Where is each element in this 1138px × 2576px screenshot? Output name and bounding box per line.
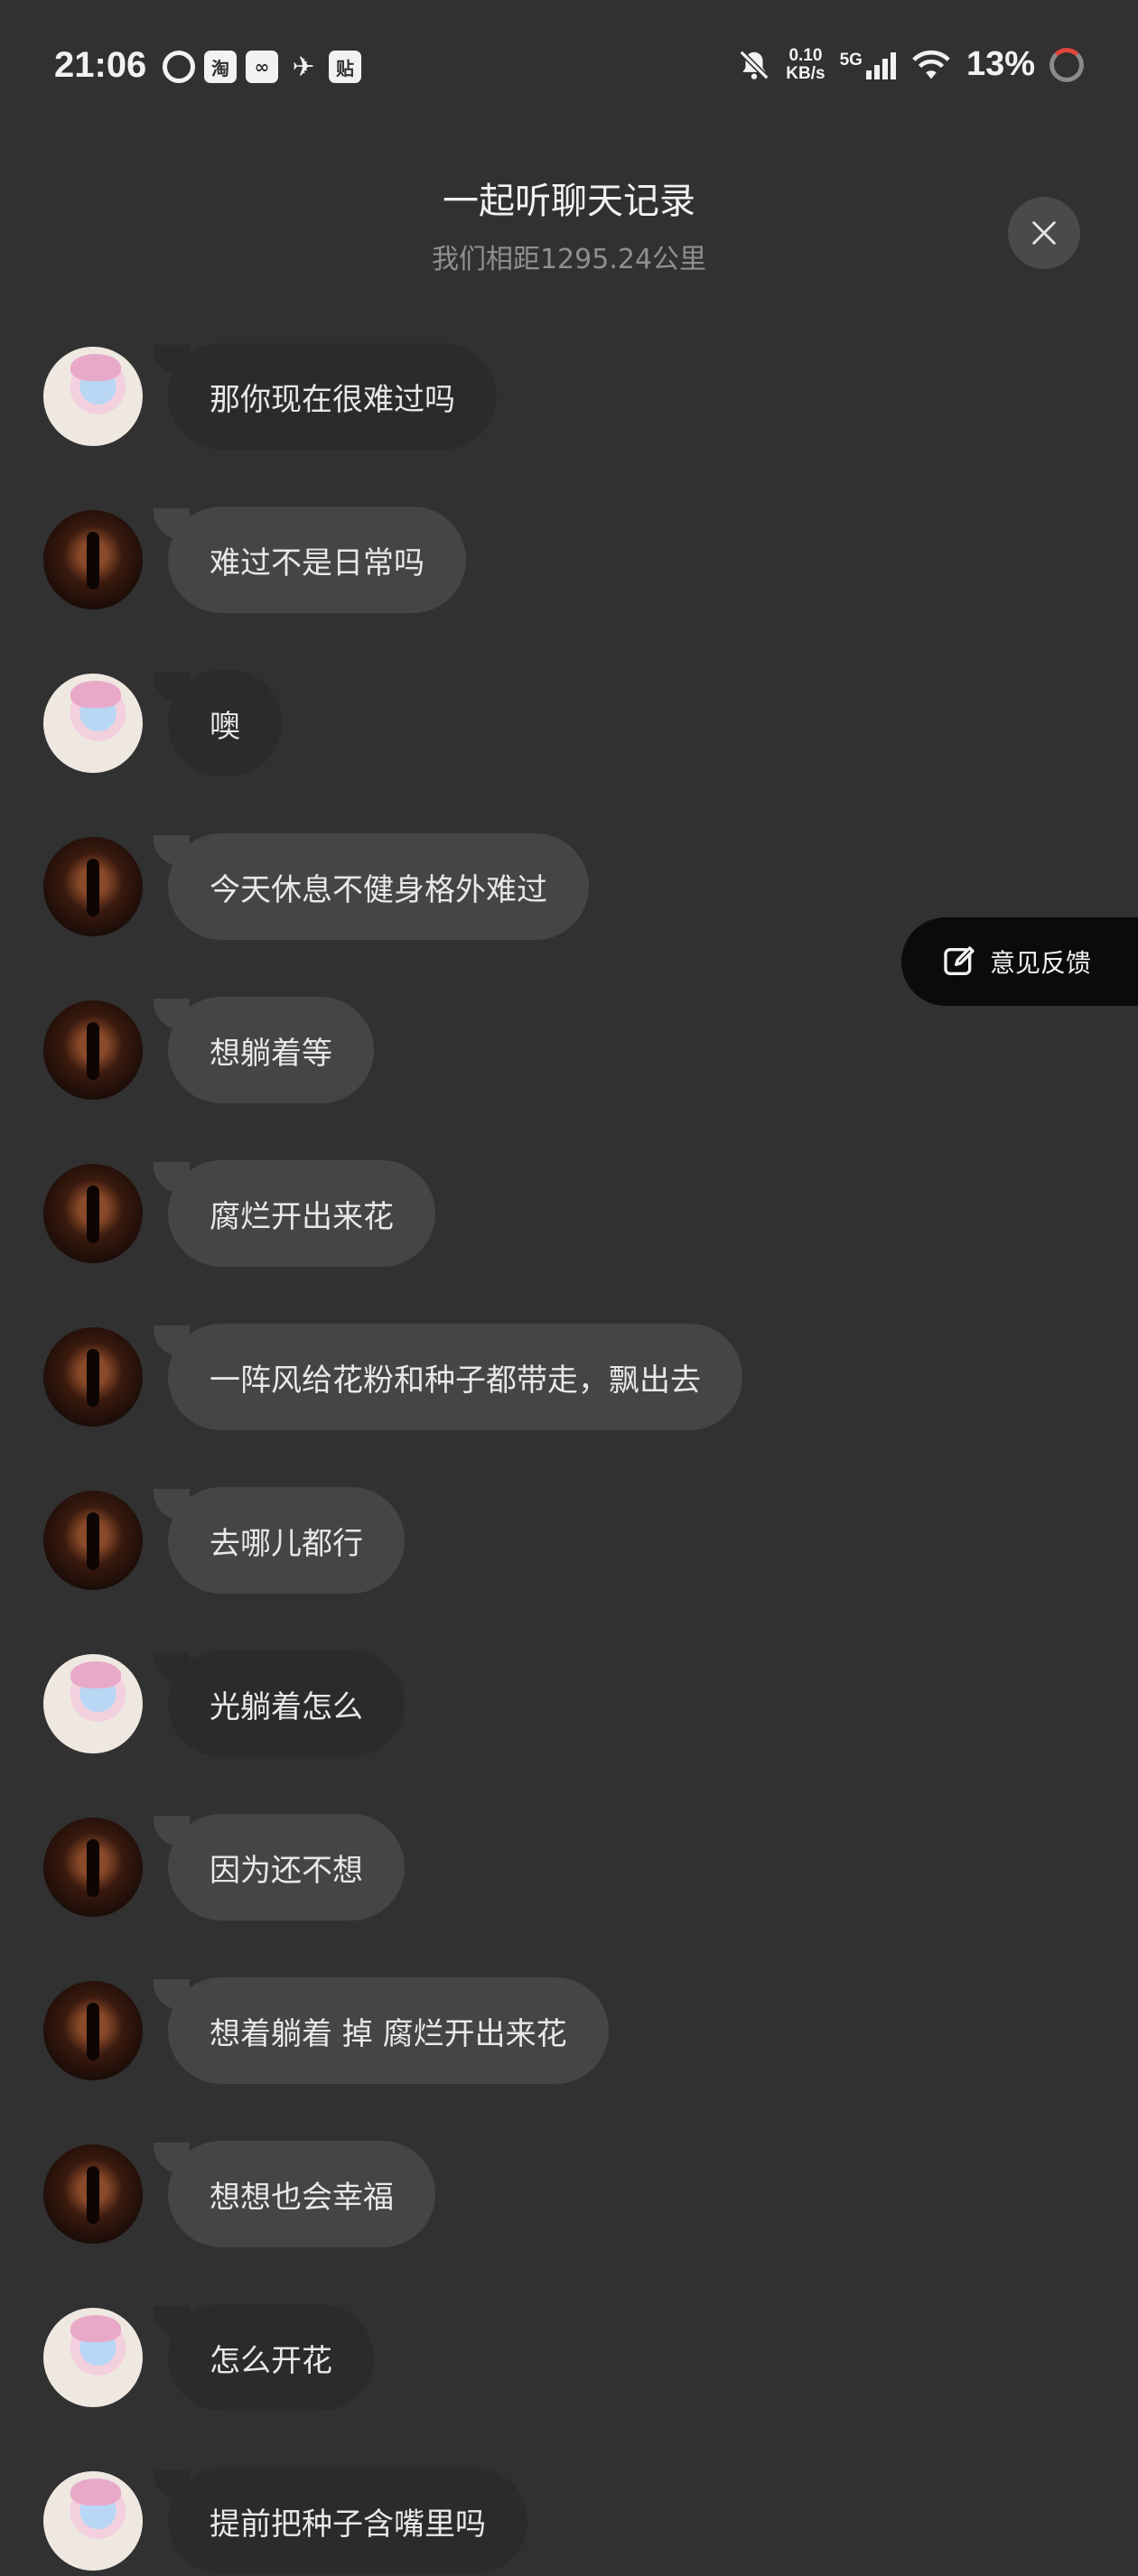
feedback-label: 意见反馈 — [990, 948, 1092, 978]
avatar[interactable] — [43, 1000, 143, 1100]
avatar[interactable] — [43, 1164, 143, 1263]
bird-icon: ✈ — [292, 51, 315, 83]
message-bubble[interactable]: 腐烂开出来花 — [168, 1160, 435, 1267]
notification-icons: 淘 ∞ ✈ 贴 — [163, 51, 361, 83]
close-icon — [1032, 221, 1056, 245]
avatar[interactable] — [43, 2471, 143, 2571]
netease-icon — [163, 51, 195, 83]
distance-subtitle: 我们相距1295.24公里 — [431, 244, 707, 275]
avatar[interactable] — [43, 510, 143, 609]
wifi-icon — [912, 50, 950, 79]
avatar[interactable] — [43, 2308, 143, 2407]
edit-icon — [944, 946, 975, 975]
message-bubble[interactable]: 难过不是日常吗 — [168, 507, 466, 613]
net-speed: 0.10 KB/s — [786, 45, 826, 83]
message-bubble[interactable]: 光躺着怎么 — [168, 1651, 405, 1757]
avatar[interactable] — [43, 1327, 143, 1427]
taobao-icon: 淘 — [204, 51, 237, 83]
signal-bars-icon — [865, 51, 896, 79]
clock: 21:06 — [54, 45, 147, 85]
message-bubble[interactable]: 一阵风给花粉和种子都带走，飘出去 — [168, 1324, 742, 1430]
message-bubble[interactable]: 噢 — [168, 670, 282, 777]
avatar[interactable] — [43, 837, 143, 936]
message-bubble[interactable]: 想着躺着 掉 腐烂开出来花 — [168, 1977, 609, 2084]
battery-percent: 13% — [965, 45, 1035, 83]
battery-icon — [1049, 47, 1084, 82]
cell-signal: 5G — [840, 51, 896, 79]
message-bubble[interactable]: 今天休息不健身格外难过 — [168, 833, 589, 940]
avatar[interactable] — [43, 674, 143, 773]
close-button[interactable] — [1008, 197, 1080, 269]
avatar[interactable] — [43, 347, 143, 446]
page-title: 一起听聊天记录 — [443, 181, 695, 222]
message-bubble[interactable]: 提前把种子含嘴里吗 — [168, 2468, 527, 2574]
page-header: 一起听聊天记录 我们相距1295.24公里 — [0, 172, 1138, 276]
avatar[interactable] — [43, 1654, 143, 1753]
avatar[interactable] — [43, 2144, 143, 2244]
app-icon: ∞ — [246, 51, 278, 83]
message-bubble[interactable]: 那你现在很难过吗 — [168, 343, 497, 450]
message-bubble[interactable]: 怎么开花 — [168, 2304, 374, 2411]
status-bar: 21:06 淘 ∞ ✈ 贴 0.10 KB/s 5G 13% — [0, 0, 1138, 135]
message-bubble[interactable]: 想想也会幸福 — [168, 2141, 435, 2247]
avatar[interactable] — [43, 1818, 143, 1917]
message-bubble[interactable]: 因为还不想 — [168, 1814, 405, 1920]
avatar[interactable] — [43, 1981, 143, 2080]
avatar[interactable] — [43, 1491, 143, 1590]
tieba-icon: 贴 — [329, 51, 361, 83]
message-bubble[interactable]: 去哪儿都行 — [168, 1487, 405, 1594]
system-icons: 0.10 KB/s 5G 13% — [737, 45, 1084, 84]
feedback-button[interactable]: 意见反馈 — [901, 917, 1138, 1006]
mute-bell-icon — [739, 50, 770, 79]
message-bubble[interactable]: 想躺着等 — [168, 997, 374, 1103]
